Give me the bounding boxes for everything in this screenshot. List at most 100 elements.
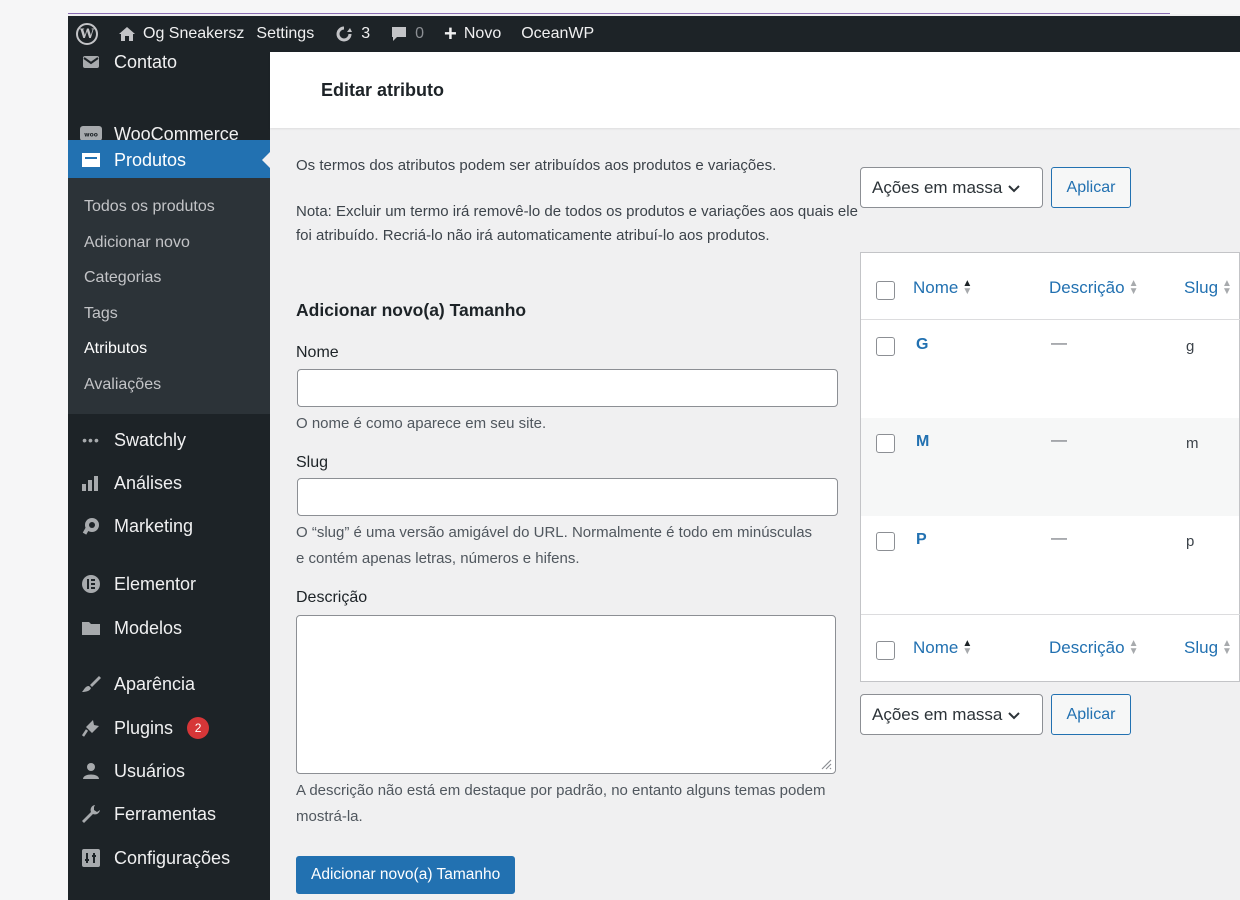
row-checkbox[interactable] — [876, 434, 895, 453]
sidebar-item-aparencia[interactable]: Aparência — [68, 670, 270, 698]
select-all-checkbox-bottom[interactable] — [876, 641, 895, 660]
plus-icon: + — [444, 21, 457, 46]
description-label: Descrição — [296, 589, 368, 606]
page-title: Editar atributo — [321, 80, 445, 100]
column-header-slug[interactable]: Slug ▲ ▼ — [1184, 278, 1232, 298]
name-input[interactable] — [297, 369, 838, 407]
submenu-item-atributos[interactable]: Atributos — [84, 340, 147, 358]
theme-label: OceanWP — [521, 25, 595, 42]
bulk-actions-value: Ações em massa — [872, 704, 1003, 724]
oceanwp-link[interactable]: OceanWP — [511, 16, 604, 52]
term-description: — — [1051, 335, 1067, 352]
settings-label: Settings — [256, 25, 315, 42]
sidebar-item-modelos[interactable]: Modelos — [68, 614, 270, 642]
sidebar-item-elementor[interactable]: Elementor — [68, 570, 270, 598]
add-term-submit-button[interactable]: Adicionar novo(a) Tamanho — [296, 856, 516, 894]
slug-input[interactable] — [297, 478, 838, 516]
sidebar-item-plugins[interactable]: Plugins 2 — [68, 714, 270, 742]
admin-bar: W Og Sneakersz Settings 3 0 + Novo Ocean… — [68, 16, 1240, 52]
updates-link[interactable]: 3 — [324, 16, 380, 52]
description-textarea[interactable] — [296, 615, 836, 774]
sidebar-item-marketing[interactable]: Marketing — [68, 512, 270, 540]
select-all-checkbox-top[interactable] — [876, 281, 895, 300]
sidebar-item-analises[interactable]: Análises — [68, 469, 270, 497]
sidebar-item-label: Ferramentas — [114, 803, 217, 824]
sidebar-item-label: Swatchly — [114, 429, 187, 450]
apply-button-bottom[interactable]: Aplicar — [1051, 694, 1131, 735]
sidebar-item-label: Modelos — [114, 617, 183, 638]
column-footer-nome[interactable]: Nome ▲ ▼ — [913, 638, 972, 658]
comments-link[interactable]: 0 — [380, 16, 434, 52]
submenu-item-adicionar-novo[interactable]: Adicionar novo — [84, 234, 190, 252]
submenu-item-tags[interactable]: Tags — [84, 305, 118, 323]
bulk-actions-select-bottom[interactable]: Ações em massa — [860, 694, 1043, 735]
apply-button-top[interactable]: Aplicar — [1051, 167, 1131, 208]
description-help-text: A descrição não está em destaque por pad… — [296, 782, 826, 825]
slug-help-text: O “slug” é uma versão amigável do URL. N… — [296, 524, 813, 567]
submenu-item-todos-os-produtos[interactable]: Todos os produtos — [84, 198, 215, 216]
folder-icon — [80, 617, 102, 639]
sort-arrows-icon: ▲ ▼ — [1222, 638, 1232, 657]
screenshot-background: W Og Sneakersz Settings 3 0 + Novo Ocean… — [0, 0, 1240, 900]
submenu-item-avaliacoes[interactable]: Avaliações — [84, 376, 161, 394]
wordpress-icon: W — [76, 23, 98, 45]
sidebar-item-contato[interactable]: Contato — [68, 48, 270, 76]
refresh-icon — [334, 26, 354, 42]
bulk-actions-select-top[interactable]: Ações em massa — [860, 167, 1043, 208]
sidebar-item-label: Configurações — [114, 847, 231, 868]
updates-count: 3 — [361, 25, 371, 42]
sort-arrows-icon: ▲ ▼ — [962, 638, 973, 657]
sidebar-item-label: Plugins — [114, 717, 174, 738]
sidebar-item-usuarios[interactable]: Usuários — [68, 757, 270, 785]
ellipsis-icon: ••• — [82, 432, 100, 448]
row-checkbox[interactable] — [876, 532, 895, 551]
settings-link[interactable]: Settings — [254, 16, 324, 52]
resize-grip-icon[interactable] — [818, 756, 832, 770]
sidebar-item-label: Marketing — [114, 515, 194, 536]
term-description: — — [1051, 432, 1067, 449]
paintbrush-icon — [80, 673, 102, 695]
sort-arrows-icon: ▲ ▼ — [1128, 638, 1139, 657]
site-name-link[interactable]: Og Sneakersz — [108, 16, 254, 52]
site-name-label: Og Sneakersz — [143, 25, 245, 42]
sort-arrows-icon: ▲ ▼ — [962, 278, 973, 297]
sort-arrows-icon: ▲ ▼ — [1128, 278, 1139, 297]
header-divider — [861, 319, 1240, 320]
term-name-link[interactable]: P — [916, 531, 927, 549]
page-header: Editar atributo — [270, 52, 1240, 128]
new-content-link[interactable]: + Novo — [434, 16, 511, 52]
submenu-item-categorias[interactable]: Categorias — [84, 269, 161, 287]
term-slug: m — [1186, 435, 1199, 452]
plug-icon — [80, 717, 102, 739]
wrench-icon — [80, 803, 102, 825]
plugins-update-badge: 2 — [187, 717, 210, 739]
sidebar-item-ferramentas[interactable]: Ferramentas — [68, 800, 270, 828]
comment-bubble-icon — [390, 26, 408, 42]
footer-divider — [861, 614, 1240, 615]
chevron-down-icon — [1008, 178, 1021, 198]
column-label-slug: Slug — [1184, 278, 1219, 297]
column-header-nome[interactable]: Nome ▲ ▼ — [913, 278, 972, 298]
sidebar-item-configuracoes[interactable]: Configurações — [68, 844, 270, 872]
sidebar-item-produtos[interactable]: Produtos — [68, 140, 270, 180]
column-footer-descricao[interactable]: Descrição ▲ ▼ — [1049, 638, 1139, 658]
terms-table: Nome ▲ ▼ Descrição ▲ ▼ Slug ▲ ▼ G — g M … — [860, 252, 1240, 682]
column-header-descricao[interactable]: Descrição ▲ ▼ — [1049, 278, 1139, 298]
sort-arrows-icon: ▲ ▼ — [1222, 278, 1232, 297]
column-label-slug: Slug — [1184, 638, 1219, 657]
form-heading: Adicionar novo(a) Tamanho — [296, 300, 527, 320]
elementor-icon — [80, 573, 102, 595]
column-footer-slug[interactable]: Slug ▲ ▼ — [1184, 638, 1232, 658]
column-label-descricao: Descrição — [1049, 638, 1125, 657]
row-checkbox[interactable] — [876, 337, 895, 356]
term-slug: p — [1186, 533, 1195, 550]
main-content: Editar atributo Os termos dos atributos … — [270, 52, 1240, 900]
term-name-link[interactable]: M — [916, 433, 929, 451]
wordpress-logo-button[interactable]: W — [68, 16, 108, 52]
bulk-actions-value: Ações em massa — [872, 177, 1003, 197]
wp-admin-window: W Og Sneakersz Settings 3 0 + Novo Ocean… — [68, 14, 1240, 900]
home-icon — [118, 26, 136, 42]
term-description: — — [1051, 530, 1067, 547]
term-name-link[interactable]: G — [916, 336, 928, 354]
sidebar-item-swatchly[interactable]: ••• Swatchly — [68, 426, 270, 454]
